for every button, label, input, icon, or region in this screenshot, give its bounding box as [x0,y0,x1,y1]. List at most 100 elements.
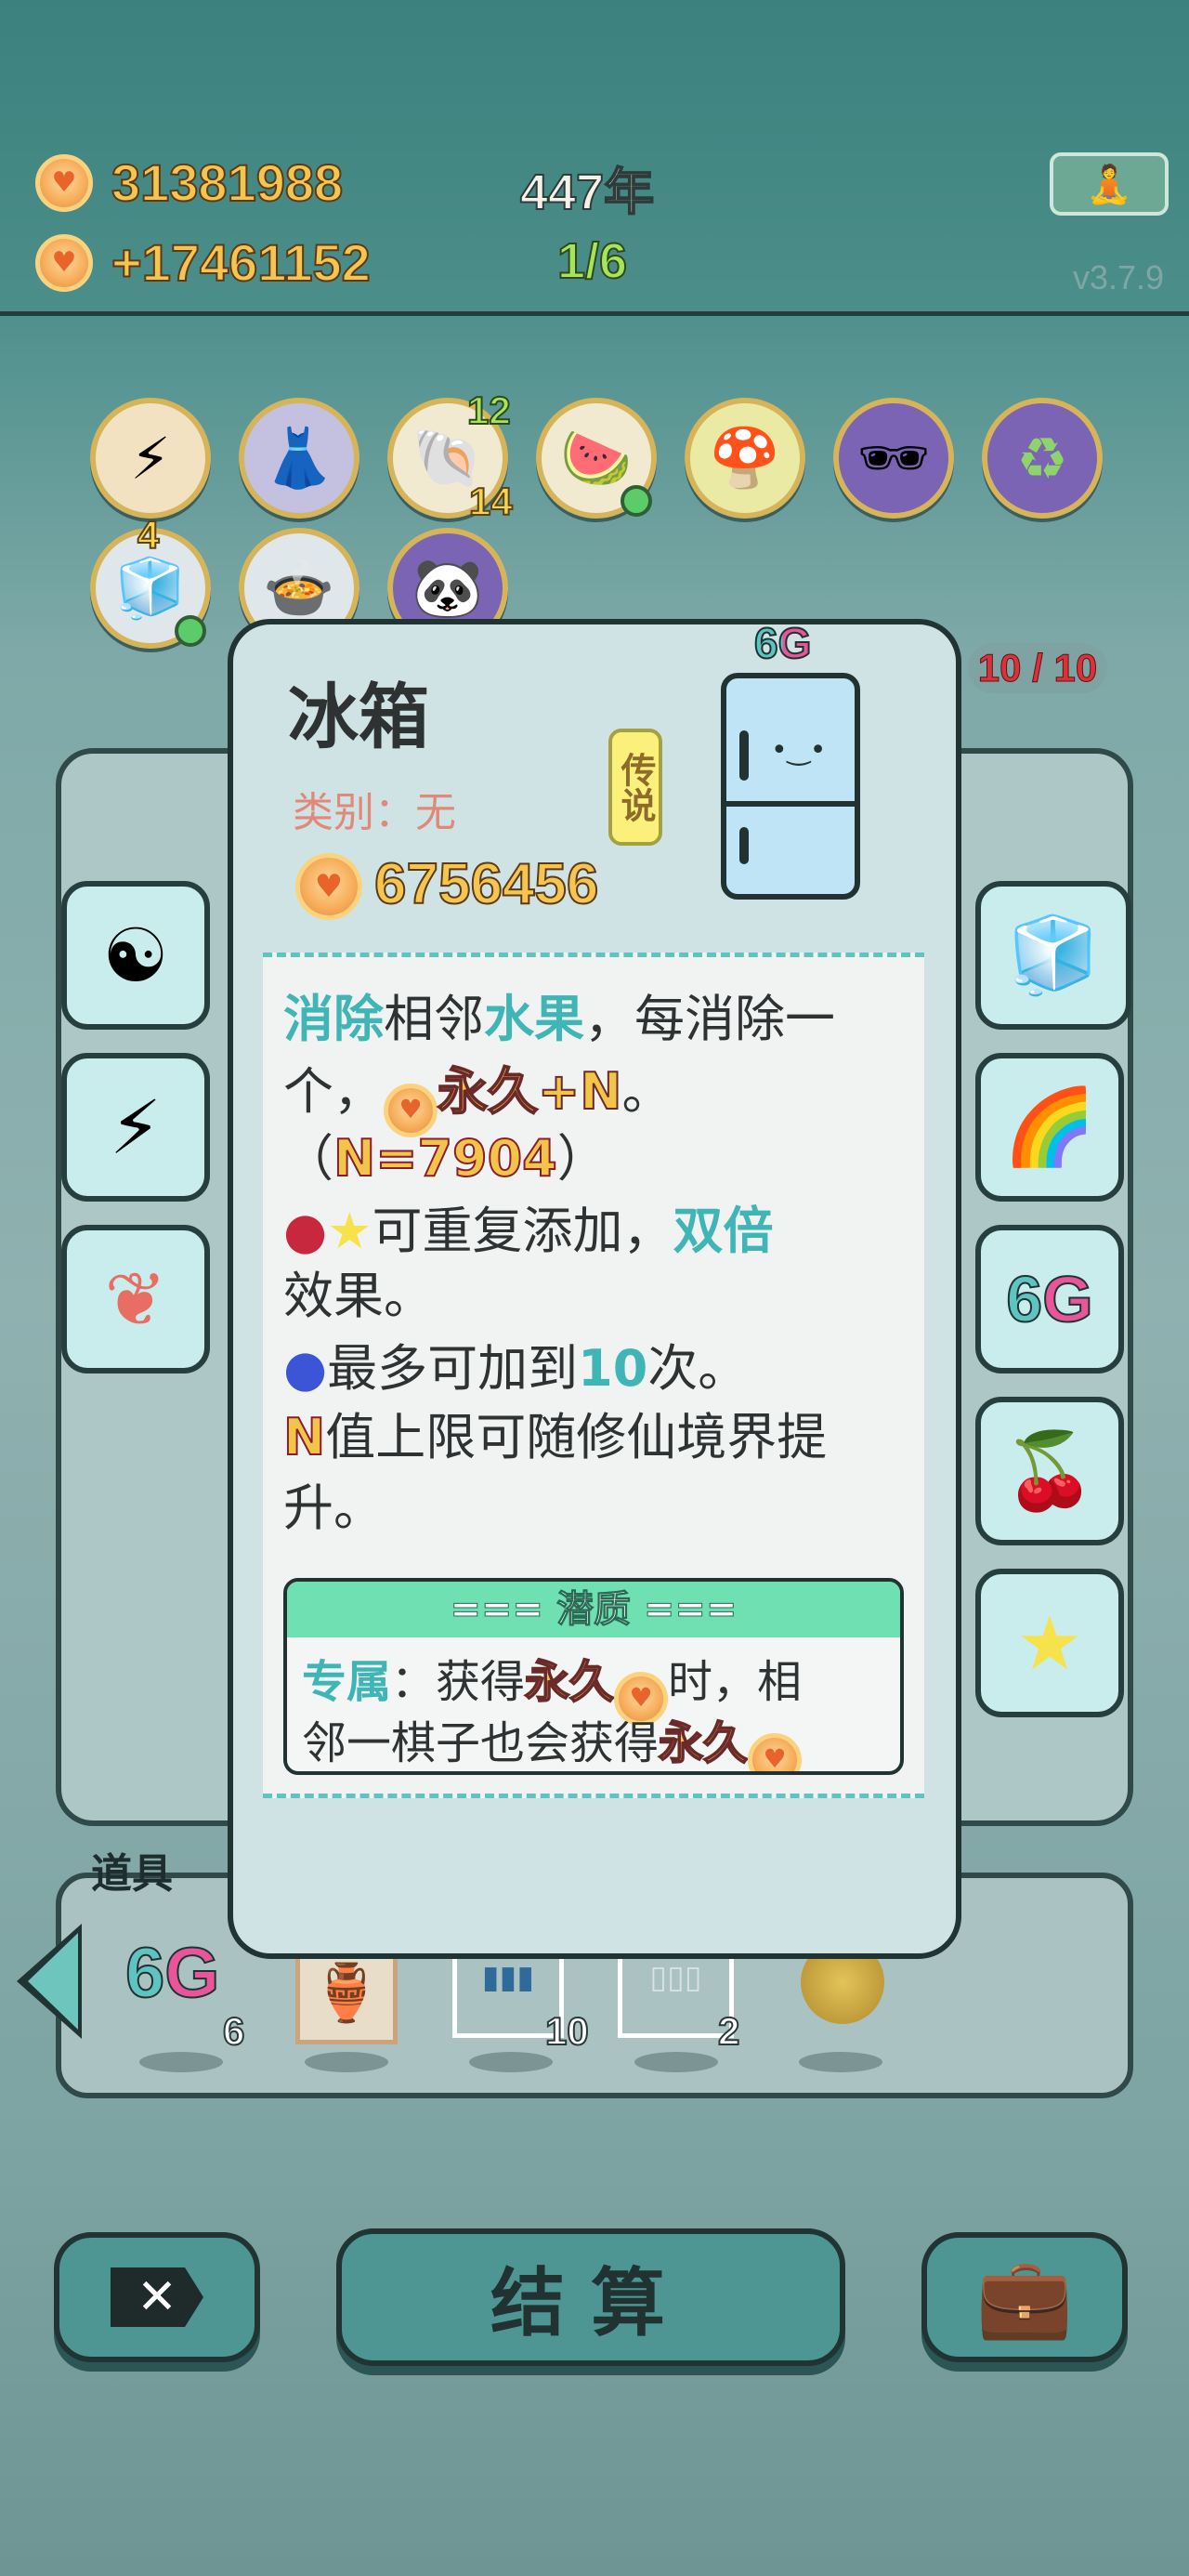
shadow [139,2052,223,2072]
desc-text: 个， [283,1062,384,1121]
relic-lightning[interactable]: ⚡ [90,398,211,519]
keyword-exclusive: 专属 [302,1656,392,1708]
meditate-icon: 🧘 [1086,163,1132,206]
item-title: 冰箱 [288,676,429,758]
item-6g[interactable]: 6G [124,1933,220,2014]
relic-recycle[interactable]: ♻ [982,398,1103,519]
desc-line-5: 效果。 [283,1267,434,1325]
relic-skirt[interactable]: 👗 [239,398,359,519]
side-fridge[interactable]: 🧊 [975,881,1131,1030]
keyword-fruit: 水果 [484,990,584,1048]
item-test-tubes-empty[interactable]: ▯▯▯ [618,1950,734,2038]
fruit-plate-icon: 🍉 [560,424,633,492]
lightning-icon: ⚡ [109,1084,163,1171]
item-category: 类别：无 [293,789,456,836]
version-label: v3.7.9 [1073,258,1165,296]
side-rainbow[interactable]: 🌈 [975,1053,1124,1202]
keyword-permanent: 永久+N [437,1061,622,1122]
desc-line-3: （N=7904） [283,1117,608,1190]
fridge-face-icon: •‿• [771,734,827,767]
meditate-button[interactable]: 🧘 [1050,152,1169,216]
item-empty-tubes-count: 2 [717,2008,740,2054]
shadow [799,2052,882,2072]
coin-icon: ♥ [748,1733,803,1771]
potential-box: === 潜质 === 专属：获得永久 ♥ 时，相 邻一棋子也会获得永久 ♥ [283,1578,904,1775]
potential-text: ：获得 [391,1656,526,1708]
6g-icon: 6G [1005,1262,1093,1336]
item-tubes-count: 10 [544,2008,590,2054]
max-count: 10 [578,1339,648,1398]
desc-text: 次。 [647,1339,749,1398]
item-6g-count: 6 [222,2008,245,2054]
sunglasses-icon: 🕶 [856,424,931,492]
blueberry-icon: ● [283,1339,328,1398]
desc-text: 值上限可随修仙境界提 [325,1408,828,1466]
items-label: 道具 [91,1850,173,1898]
pot-icon: 🍲 [263,554,335,622]
delete-icon: ✕ [111,2267,203,2327]
status-dot [621,485,652,517]
desc-line-1: 消除相邻水果，每消除一 [283,978,835,1051]
coin-icon: ♥ [35,154,93,212]
vase-icon: 🏺 [311,1961,382,2026]
test-tubes-icon: ▮▮▮ [481,1959,535,1996]
recycle-icon: ♻ [1016,424,1068,493]
mushroom-icon: 🍄 [709,424,781,492]
relic-mushroom[interactable]: 🍄 [685,398,805,519]
panda-icon: 🐼 [412,554,484,622]
item-price: 6756456 [373,851,599,917]
shadow [469,2052,553,2072]
potential-line-2: 邻一棋子也会获得永久 ♥ [302,1706,803,1771]
lychee-icon: 🍒 [1003,1427,1096,1514]
coin-income: +17461152 [111,232,372,293]
ice-tray-count: 4 [137,512,160,558]
6g-icon: 6G [124,1933,220,2014]
potential-text: 时，相 [668,1656,803,1708]
liver-icon: ❦ [104,1255,167,1343]
6g-label: 6G [753,618,812,668]
star-icon: ★ [327,1202,372,1260]
settle-label: 结算 [490,2260,691,2346]
keyword-eliminate: 消除 [283,990,384,1048]
fridge-image: •‿• [721,673,860,900]
round-counter: 1/6 [556,232,628,290]
shadow [634,2052,718,2072]
year-counter: 447年 [519,164,655,221]
lightning-icon: ⚡ [130,424,171,493]
desc-line-4: ●★可重复添加，双倍 [283,1189,774,1263]
coin-total: 31381988 [111,152,344,213]
left-arrow-icon [28,1933,78,2030]
n-symbol: N [282,1407,326,1467]
status-dot [175,615,206,647]
keyword-permanent: 永久 [658,1716,749,1770]
desc-text: 可重复添加， [372,1202,673,1260]
board-counter: 10 / 10 [968,643,1107,693]
desc-text: ） [556,1129,608,1188]
desc-text: 最多可加到 [327,1339,579,1398]
desc-line-7: N值上限可随修仙境界提 [282,1396,828,1469]
item-6g-tag: 6G [753,618,812,668]
side-6g[interactable]: 6G [975,1225,1124,1373]
side-star[interactable]: ★ [975,1569,1124,1717]
keyword-permanent: 永久 [524,1655,615,1709]
potential-header: === 潜质 === [287,1582,900,1637]
side-liver[interactable]: ❦ [61,1225,210,1373]
rarity-tag: 传说 [608,729,662,846]
fridge-icon: 🧊 [1007,912,1100,998]
desc-text: 相邻 [384,990,484,1048]
side-lychee[interactable]: 🍒 [975,1397,1124,1545]
shell-top-count: 12 [466,388,512,433]
side-lightning[interactable]: ⚡ [61,1053,210,1202]
side-yinyang[interactable]: ☯ [61,881,210,1030]
delete-button[interactable]: ✕ [54,2232,260,2362]
desc-text: 。 [621,1062,673,1121]
rainbow-icon: 🌈 [1003,1084,1096,1170]
price-coin-icon: ♥ [295,853,362,920]
relic-sunglasses[interactable]: 🕶 [833,398,954,519]
briefcase-icon: 💼 [975,2251,1074,2343]
income-coin-icon: ♥ [35,234,93,292]
settle-button[interactable]: 结算 [336,2228,845,2366]
bag-button[interactable]: 💼 [921,2232,1128,2362]
desc-text: （ [283,1129,333,1188]
ice-tray-icon: 🧊 [114,554,187,622]
